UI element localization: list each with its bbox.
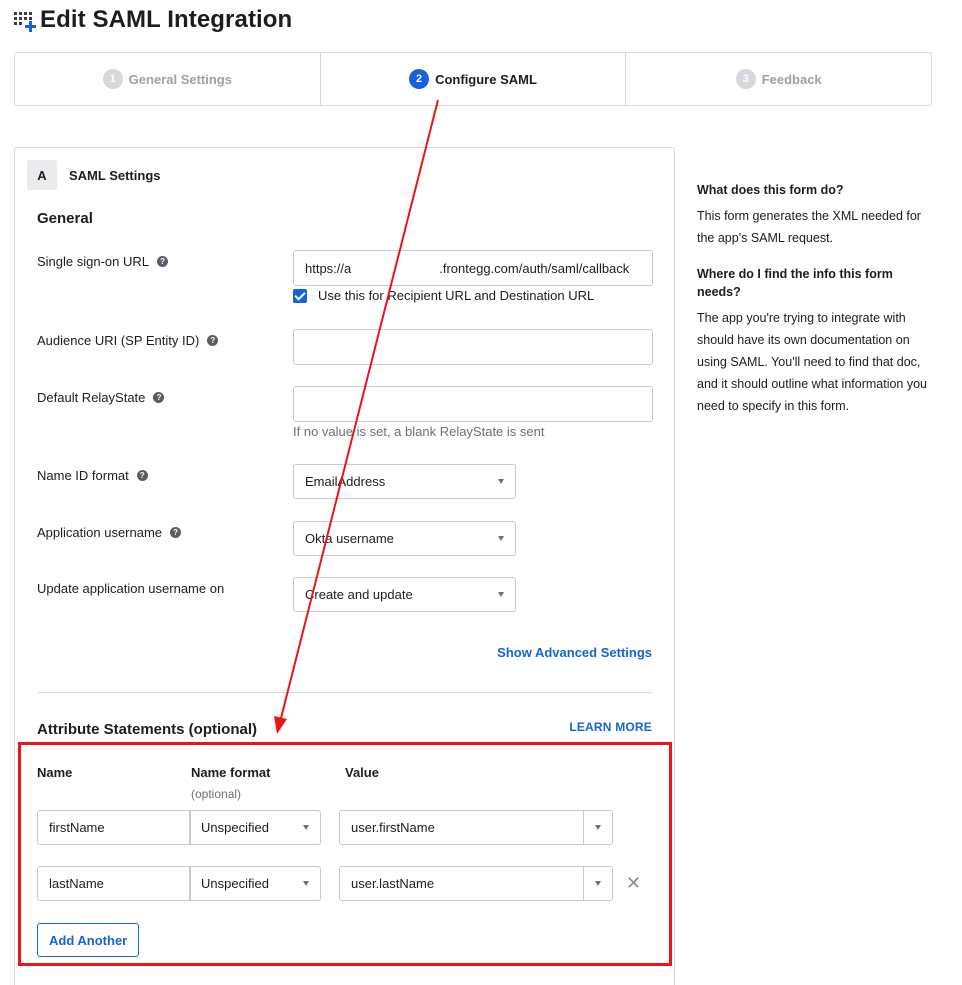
help-answer: The app you're trying to integrate with … [697,311,928,413]
attribute-name-input[interactable]: lastName [37,866,191,901]
show-advanced-settings-link[interactable]: Show Advanced Settings [497,645,652,660]
app-grid-plus-icon [14,9,36,32]
column-header-format: Name format [191,765,271,780]
app-username-select[interactable]: Okta username [293,521,516,556]
step-number: 2 [409,69,430,89]
checkbox-checked-icon[interactable] [293,288,307,303]
update-username-label: Update application username on [37,581,225,596]
sso-url-input[interactable]: https://a .frontegg.com/auth/saml/callbac… [293,250,653,286]
wizard-steps: 1 General Settings 2 Configure SAML 3 Fe… [14,52,932,106]
value-dropdown-button[interactable] [583,811,612,844]
relay-state-hint: If no value is set, a blank RelayState i… [293,424,545,439]
chevron-down-icon [498,536,504,541]
value-dropdown-button[interactable] [583,867,612,900]
section-letter: A [27,160,57,190]
help-icon[interactable]: ? [153,392,165,403]
step-feedback[interactable]: 3 Feedback [626,53,931,105]
relay-state-label: Default RelayState? [37,390,165,405]
chevron-down-icon [303,881,309,886]
help-panel: What does this form do? This form genera… [697,181,927,433]
attribute-statements-heading: Attribute Statements (optional) [37,721,257,738]
help-question: Where do I find the info this form needs… [697,267,893,299]
name-id-format-label: Name ID format? [37,468,148,483]
help-icon[interactable]: ? [136,470,148,481]
step-label: Configure SAML [435,71,537,87]
name-id-format-select[interactable]: EmailAddress [293,464,516,499]
help-answer: This form generates the XML needed for t… [697,209,921,245]
page-title: Edit SAML Integration [40,6,293,33]
recipient-checkbox-row[interactable]: Use this for Recipient URL and Destinati… [293,288,594,303]
step-general-settings[interactable]: 1 General Settings [15,53,321,105]
chevron-down-icon [498,479,504,484]
recipient-checkbox-label: Use this for Recipient URL and Destinati… [318,288,595,303]
relay-state-input[interactable] [293,386,653,422]
sso-url-label: Single sign-on URL? [37,254,169,269]
general-heading: General [37,210,93,227]
column-header-value: Value [345,765,379,780]
chevron-down-icon [498,592,504,597]
help-icon[interactable]: ? [207,335,219,346]
app-username-label: Application username? [37,525,182,540]
add-another-button[interactable]: Add Another [37,923,140,957]
learn-more-link[interactable]: LEARN MORE [569,720,652,734]
attribute-name-input[interactable]: firstName [37,810,191,845]
audience-uri-label: Audience URI (SP Entity ID)? [37,333,219,348]
section-title: SAML Settings [69,167,161,183]
step-label: Feedback [761,71,822,87]
column-header-name: Name [37,765,73,780]
update-username-select[interactable]: Create and update [293,577,516,612]
attribute-value-input[interactable]: user.firstName [339,810,613,845]
step-number: 3 [735,69,756,89]
help-icon[interactable]: ? [157,256,169,267]
divider [37,692,652,693]
saml-settings-card: A SAML Settings General Single sign-on U… [14,147,675,985]
attribute-value-input[interactable]: user.lastName [339,866,613,901]
help-icon[interactable]: ? [170,527,182,538]
chevron-down-icon [303,825,309,830]
audience-uri-input[interactable] [293,329,653,365]
remove-row-close-icon[interactable]: ✕ [626,874,641,892]
chevron-down-icon [595,881,601,886]
page-header: Edit SAML Integration [14,6,292,34]
attribute-format-select[interactable]: Unspecified [189,810,321,845]
column-header-format-sub: (optional) [191,787,242,801]
step-number: 1 [102,69,123,89]
step-configure-saml[interactable]: 2 Configure SAML [321,53,627,105]
help-question: What does this form do? [697,183,844,197]
step-label: General Settings [128,71,232,87]
section-header: A SAML Settings [27,160,161,190]
chevron-down-icon [595,825,601,830]
attribute-format-select[interactable]: Unspecified [189,866,321,901]
